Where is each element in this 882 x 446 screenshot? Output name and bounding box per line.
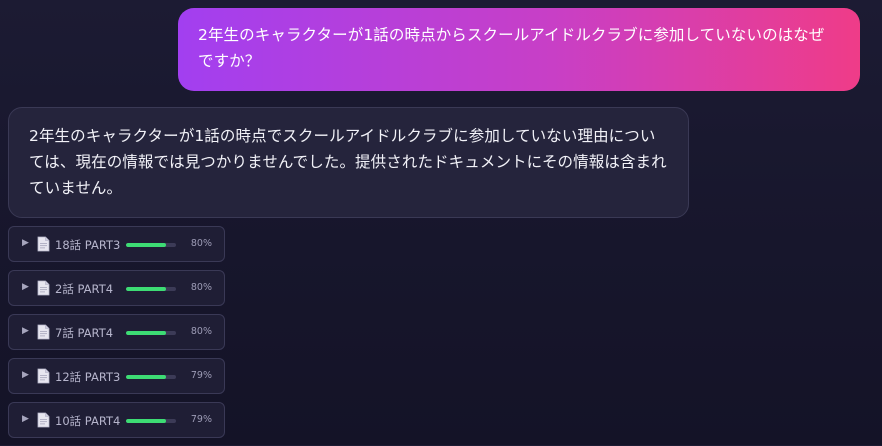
expand-caret-icon[interactable]: ▶ (22, 326, 29, 336)
user-message-text: 2年生のキャラクターが1話の時点からスクールアイドルクラブに参加していないのはな… (198, 26, 825, 70)
document-icon (37, 324, 50, 340)
assistant-message-bubble: 2年生のキャラクターが1話の時点でスクールアイドルクラブに参加していない理由につ… (8, 107, 689, 218)
expand-caret-icon[interactable]: ▶ (22, 282, 29, 292)
relevance-bar (126, 375, 176, 379)
source-list: ▶ 18話 PART3 80% ▶ 2話 PART4 80% ▶ 7話 PART… (8, 226, 225, 446)
expand-caret-icon[interactable]: ▶ (22, 414, 29, 424)
document-icon (37, 236, 50, 252)
source-item[interactable]: ▶ 7話 PART4 80% (8, 314, 225, 350)
source-label: 18話 PART3 (55, 238, 121, 252)
document-icon (37, 368, 50, 384)
source-label: 7話 PART4 (55, 326, 114, 340)
expand-caret-icon[interactable]: ▶ (22, 238, 29, 248)
document-icon (37, 280, 50, 296)
source-label: 10話 PART4 (55, 414, 121, 428)
source-item[interactable]: ▶ 10話 PART4 79% (8, 402, 225, 438)
relevance-bar (126, 287, 176, 291)
relevance-bar (126, 419, 176, 423)
source-label: 12話 PART3 (55, 370, 121, 384)
relevance-score: 79% (190, 370, 212, 381)
relevance-bar-fill (126, 375, 166, 379)
relevance-score: 80% (190, 238, 212, 249)
relevance-bar (126, 331, 176, 335)
source-item[interactable]: ▶ 18話 PART3 80% (8, 226, 225, 262)
relevance-bar (126, 243, 176, 247)
user-message-bubble: 2年生のキャラクターが1話の時点からスクールアイドルクラブに参加していないのはな… (178, 8, 860, 91)
source-item[interactable]: ▶ 12話 PART3 79% (8, 358, 225, 394)
relevance-score: 80% (190, 326, 212, 337)
relevance-bar-fill (126, 287, 166, 291)
relevance-bar-fill (126, 243, 166, 247)
source-label: 2話 PART4 (55, 282, 114, 296)
relevance-bar-fill (126, 331, 166, 335)
expand-caret-icon[interactable]: ▶ (22, 370, 29, 380)
relevance-bar-fill (126, 419, 166, 423)
relevance-score: 80% (190, 282, 212, 293)
document-icon (37, 412, 50, 428)
assistant-message-text: 2年生のキャラクターが1話の時点でスクールアイドルクラブに参加していない理由につ… (29, 127, 667, 197)
source-item[interactable]: ▶ 2話 PART4 80% (8, 270, 225, 306)
relevance-score: 79% (190, 414, 212, 425)
